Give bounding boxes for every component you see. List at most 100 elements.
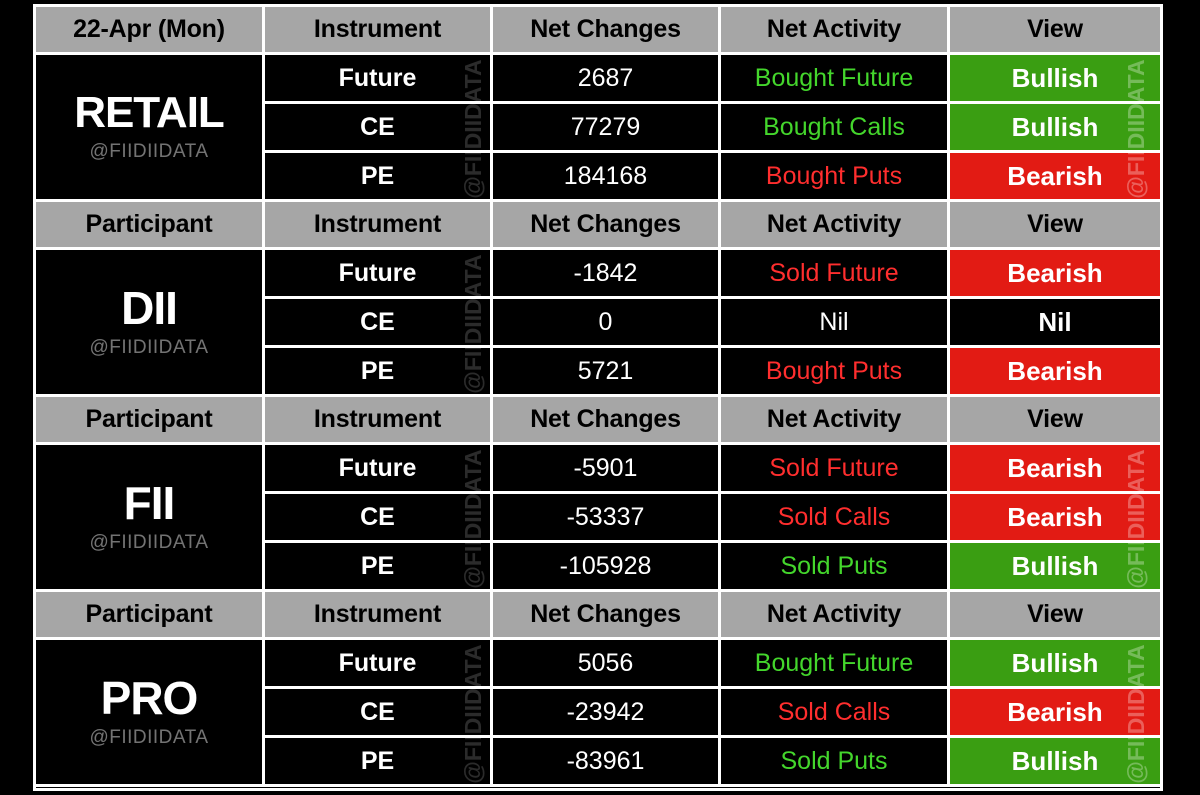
cell-instrument: CE [265,689,493,738]
cell-view: Bullish [950,738,1160,787]
table-header-row: Participant Instrument Net Changes Net Acti… [36,397,1160,445]
net-activity-label: Sold Calls [777,697,891,726]
header-cell-view: View [950,592,1160,640]
cell-instrument: CE [265,299,493,348]
instrument-label: Future [338,453,417,482]
header-cell-participant: Participant [36,592,265,640]
header-cell-instrument: Instrument [265,397,493,445]
cell-net-activity: Sold Calls [721,494,950,543]
table-row: CE 77279 Bought Calls Bullish [265,104,1160,153]
cell-view: Bearish [950,153,1160,202]
participant-name: PRO [100,672,199,724]
header-label: Net Changes [530,210,681,238]
header-label: Net Activity [766,405,902,433]
header-cell-participant: 22-Apr (Mon) [36,7,265,55]
participant-name-cell: DII @FIIDIIDATA [36,250,265,397]
instrument-label: CE [360,502,395,531]
header-cell-participant: Participant [36,202,265,250]
net-changes-value: 2687 [577,63,634,92]
cell-instrument: CE [265,104,493,153]
participant-group: 22-Apr (Mon) Instrument Net Changes Net Act… [36,7,1160,202]
view-badge: Bearish [1007,355,1103,386]
cell-net-activity: Bought Future [721,55,950,104]
view-badge: Bullish [1011,745,1099,776]
cell-net-changes: -1842 [493,250,721,299]
cell-instrument: PE [265,543,493,592]
participant-group: Participant Instrument Net Changes Net Acti… [36,397,1160,592]
cell-net-changes: 5721 [493,348,721,397]
instrument-rows: Future -1842 Sold Future Bearish CE 0 Nil Nil PE… [265,250,1160,397]
cell-net-activity: Sold Future [721,250,950,299]
header-cell-instrument: Instrument [265,202,493,250]
header-label: Net Activity [766,15,902,43]
cell-view: Bearish [950,445,1160,494]
view-badge: Bullish [1011,647,1099,678]
cell-net-changes: -105928 [493,543,721,592]
net-changes-value: -53337 [566,502,645,531]
instrument-label: PE [360,161,395,190]
instrument-label: PE [360,356,395,385]
instrument-label: Future [338,648,417,677]
cell-net-changes: 0 [493,299,721,348]
participant-handle-watermark: @FIIDIIDATA [89,727,209,748]
participant-group-body: RETAIL @FIIDIIDATA Future 2687 Bought Future… [36,55,1160,202]
cell-net-changes: -83961 [493,738,721,787]
net-changes-value: 0 [598,307,613,336]
cell-net-activity: Bought Puts [721,348,950,397]
cell-view: Bullish [950,104,1160,153]
view-badge: Bullish [1011,62,1099,93]
header-cell-view: View [950,202,1160,250]
header-cell-net-activity: Net Activity [721,592,950,640]
participant-group: Participant Instrument Net Changes Net Acti… [36,592,1160,787]
net-changes-value: 5721 [577,356,634,385]
cell-net-changes: -5901 [493,445,721,494]
net-activity-label: Sold Future [769,453,899,482]
cell-net-activity: Sold Future [721,445,950,494]
header-label: View [1027,405,1083,433]
instrument-rows: Future 5056 Bought Future Bullish CE -23942 So… [265,640,1160,787]
header-cell-view: View [950,7,1160,55]
cell-view: Bearish [950,250,1160,299]
net-activity-label: Bought Puts [765,356,903,385]
net-changes-value: -83961 [566,746,645,775]
header-label: Instrument [313,600,442,628]
participant-group: Participant Instrument Net Changes Net Acti… [36,202,1160,397]
net-activity-label: Bought Puts [765,161,903,190]
header-cell-net-changes: Net Changes [493,202,721,250]
cell-instrument: Future [265,445,493,494]
instrument-rows: Future -5901 Sold Future Bearish CE -53337 Sol… [265,445,1160,592]
table-header-row: 22-Apr (Mon) Instrument Net Changes Net Act… [36,7,1160,55]
header-cell-net-changes: Net Changes [493,397,721,445]
cell-net-changes: -23942 [493,689,721,738]
table-row: Future 2687 Bought Future Bullish [265,55,1160,104]
net-activity-label: Bought Future [754,648,914,677]
cell-instrument: Future [265,640,493,689]
cell-net-activity: Bought Puts [721,153,950,202]
view-badge: Nil [1038,306,1072,337]
instrument-label: PE [360,746,395,775]
table-row: Future -1842 Sold Future Bearish [265,250,1160,299]
header-label: 22-Apr (Mon) [73,15,225,43]
net-activity-label: Sold Future [769,258,899,287]
cell-instrument: CE [265,494,493,543]
table-row: CE -53337 Sold Calls Bearish [265,494,1160,543]
view-badge: Bearish [1007,501,1103,532]
header-label: Participant [85,210,213,238]
participant-activity-table: 22-Apr (Mon) Instrument Net Changes Net Act… [33,4,1163,791]
cell-view: Bearish [950,348,1160,397]
net-changes-value: -23942 [566,697,645,726]
cell-net-changes: 2687 [493,55,721,104]
participant-handle-watermark: @FIIDIIDATA [89,141,209,162]
cell-instrument: PE [265,348,493,397]
fii-dii-data-table-page: @FIIDIIDATA 22-Apr (Mon) Instrument Net Ch… [0,0,1200,795]
header-label: Participant [85,405,213,433]
cell-net-changes: -53337 [493,494,721,543]
view-badge: Bearish [1007,696,1103,727]
cell-net-activity: Sold Puts [721,543,950,592]
cell-view: Bullish [950,55,1160,104]
cell-instrument: Future [265,55,493,104]
table-row: PE 184168 Bought Puts Bearish [265,153,1160,202]
net-activity-label: Sold Puts [780,551,888,580]
table-row: PE 5721 Bought Puts Bearish [265,348,1160,397]
net-activity-label: Sold Calls [777,502,891,531]
